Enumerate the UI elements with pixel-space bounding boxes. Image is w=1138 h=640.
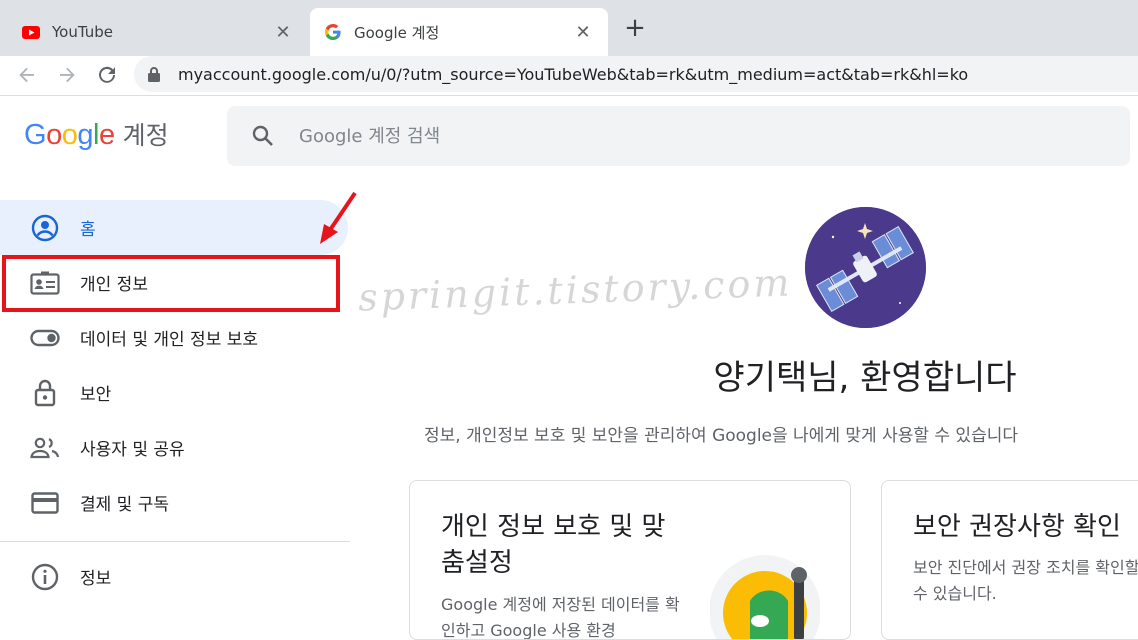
google-icon [324, 23, 342, 41]
google-account-logo[interactable]: Google 계정 [24, 116, 169, 152]
sidebar-item-data-privacy[interactable]: 데이터 및 개인 정보 보호 [0, 310, 350, 365]
search-input[interactable] [299, 125, 999, 147]
sidebar-divider [0, 541, 350, 542]
logo-word: Google [24, 119, 115, 151]
search-icon[interactable] [227, 124, 299, 148]
tab-title: YouTube [52, 23, 113, 41]
card-body: 보안 진단에서 권장 조치를 확인할 수 있습니다. [913, 558, 1138, 603]
people-icon [30, 433, 60, 463]
sidebar-nav: 홈 개인 정보 데이터 및 개인 정보 보호 보안 사용자 및 공유 결제 및 … [0, 200, 350, 530]
sidebar-item-personal-info[interactable]: 개인 정보 [0, 255, 350, 310]
tab-youtube[interactable]: YouTube ✕ [8, 8, 308, 56]
space-station-icon [805, 207, 926, 328]
sidebar-item-label: 결제 및 구독 [80, 495, 170, 515]
id-card-icon [30, 268, 60, 298]
sidebar-item-label: 개인 정보 [80, 275, 148, 295]
credit-card-icon [30, 488, 60, 518]
profile-avatar[interactable] [805, 207, 926, 328]
tab-google-account[interactable]: Google 계정 ✕ [310, 8, 608, 56]
lock-icon [30, 378, 60, 408]
sidebar-item-label: 홈 [80, 220, 96, 240]
sidebar-item-home[interactable]: 홈 [0, 200, 348, 255]
tab-close-icon[interactable]: ✕ [572, 22, 594, 43]
address-bar[interactable]: myaccount.google.com/u/0/?utm_source=You… [134, 56, 1138, 92]
welcome-heading: 양기택님, 환영합니다 [713, 358, 1017, 398]
tab-close-icon[interactable]: ✕ [272, 22, 294, 43]
account-circle-icon [30, 213, 60, 243]
youtube-icon [22, 23, 40, 41]
lock-icon [148, 66, 166, 82]
card-title: 보안 권장사항 확인 [913, 512, 1121, 542]
sidebar-item-security[interactable]: 보안 [0, 365, 350, 420]
sidebar-item-people-sharing[interactable]: 사용자 및 공유 [0, 420, 350, 475]
sidebar-item-label: 사용자 및 공유 [80, 440, 185, 460]
welcome-subtitle: 정보, 개인정보 보호 및 보안을 관리하여 Google을 나에게 맞게 사용… [424, 426, 1018, 446]
info-icon [30, 562, 60, 592]
card-body: Google 계정에 저장된 데이터를 확인하고 Google 사용 환경 [441, 595, 680, 640]
browser-toolbar: myaccount.google.com/u/0/?utm_source=You… [0, 56, 1138, 96]
watermark-text: springit.tistory.com [357, 260, 794, 320]
back-arrow-icon[interactable] [12, 60, 42, 90]
account-search-bar[interactable] [227, 106, 1130, 166]
privacy-illustration-icon [710, 555, 820, 639]
sidebar-item-label: 정보 [80, 569, 112, 589]
sidebar-item-about[interactable]: 정보 [0, 549, 350, 604]
card-title: 개인 정보 보호 및 맞춤설정 [441, 512, 666, 578]
logo-suffix: 계정 [122, 121, 169, 150]
security-checkup-card[interactable]: 보안 권장사항 확인 보안 진단에서 권장 조치를 확인할 수 있습니다. [881, 480, 1138, 640]
sidebar-item-payments[interactable]: 결제 및 구독 [0, 475, 350, 530]
browser-tab-strip: YouTube ✕ Google 계정 ✕ + [0, 0, 1138, 56]
forward-arrow-icon[interactable] [52, 60, 82, 90]
privacy-personalization-card[interactable]: 개인 정보 보호 및 맞춤설정 Google 계정에 저장된 데이터를 확인하고… [409, 480, 851, 640]
annotation-arrow-icon [320, 191, 357, 244]
sidebar-item-label: 데이터 및 개인 정보 보호 [80, 330, 259, 350]
reload-icon[interactable] [92, 60, 122, 90]
sidebar-item-label: 보안 [80, 385, 112, 405]
url-text: myaccount.google.com/u/0/?utm_source=You… [178, 64, 969, 84]
tab-title: Google 계정 [354, 23, 440, 42]
new-tab-button[interactable]: + [622, 14, 648, 42]
toggle-icon [30, 323, 60, 353]
